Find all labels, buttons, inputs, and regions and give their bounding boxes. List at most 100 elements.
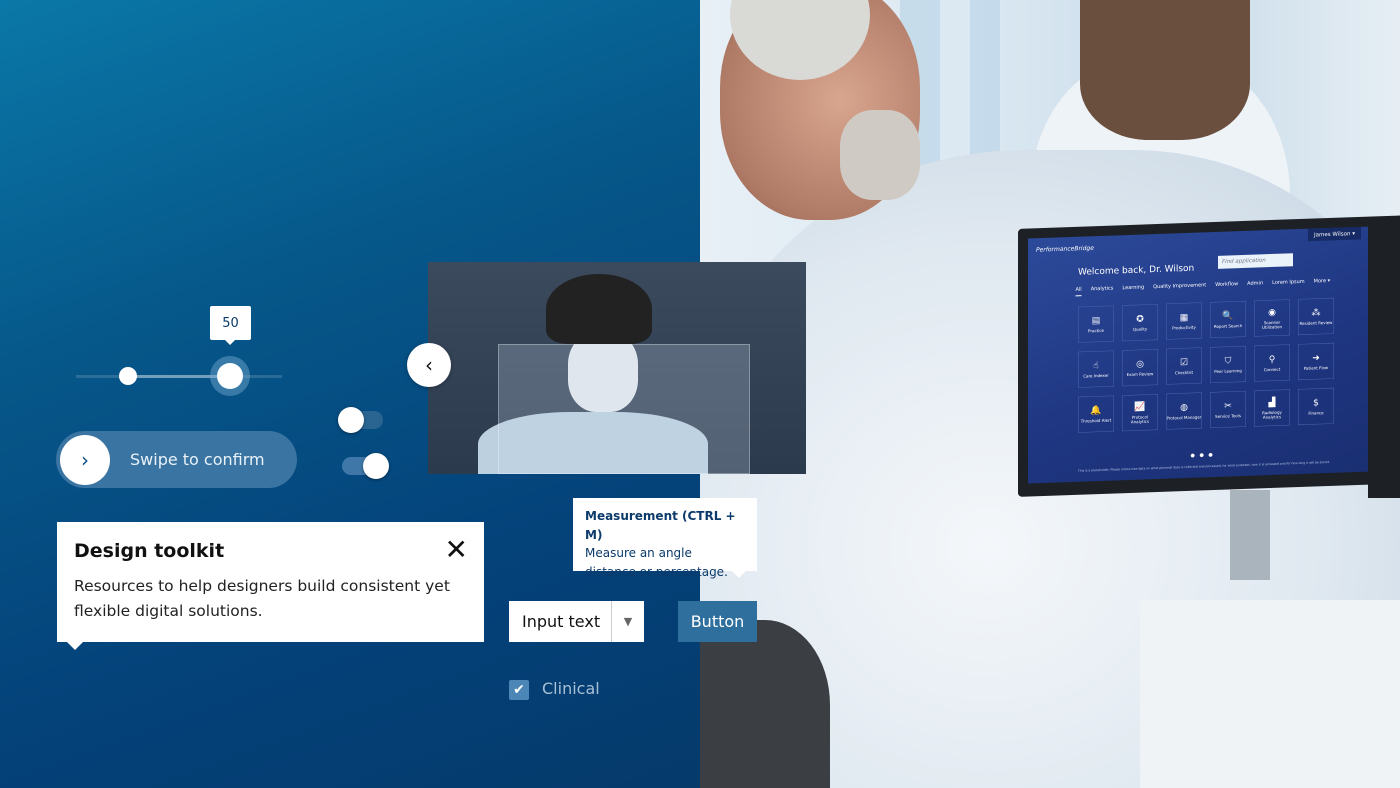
app-label: Peer Learning [1214,368,1242,374]
user-menu[interactable]: James Wilson ▾ [1308,226,1361,242]
card-title: Design toolkit [74,540,225,562]
app-label: Productivity [1172,325,1196,331]
app-label: Protocol Analytics [1130,414,1150,425]
app-icon: ☝ [1093,360,1099,371]
app-label: Resident Review [1299,320,1333,327]
toggle-on[interactable] [342,453,389,479]
dropdown-input[interactable]: Input text ▼ [509,601,644,642]
app-label: Finance [1308,410,1324,416]
app-icon: ☑ [1179,356,1189,368]
app-tile[interactable]: 🔔 Threshold Alert [1078,395,1114,433]
app-icon: ▦ [1179,311,1189,323]
tab-analytics[interactable]: Analytics [1091,286,1114,296]
app-label: Service Tools [1215,413,1241,419]
app-tile[interactable]: 🔍 Report Search [1210,300,1246,339]
tab-more[interactable]: More ▾ [1314,278,1331,288]
chevron-right-icon: › [81,447,89,472]
footer-note: This is a placeholder. Please notice new… [1078,460,1331,473]
app-icon: ⛉ [1224,355,1232,367]
app-tile[interactable]: ☝ Care Indexer [1078,350,1114,388]
measurement-tooltip: Measurement (CTRL + M) Measure an angle … [573,498,757,579]
check-icon: ✔ [513,682,525,698]
slider-thumb-max[interactable] [217,363,243,389]
app-icon: ◍ [1180,401,1188,413]
find-application-input[interactable]: Find application [1218,253,1293,269]
app-icon: 🔔 [1090,404,1102,416]
app-label: Radiology Analytics [1262,409,1282,420]
app-icon: 🔍 [1222,310,1234,322]
close-icon[interactable]: ✕ [445,536,468,564]
clinical-label: Clinical [542,679,600,698]
app-icon: ➜ [1312,352,1320,364]
toggle-off[interactable] [338,407,383,433]
app-tile[interactable]: ▟ Radiology Analytics [1254,389,1290,427]
app-icon: ▟ [1268,396,1276,408]
app-tile[interactable]: ⚲ Connect [1254,344,1290,382]
desk [1140,600,1400,788]
app-icon: ⁂ [1311,307,1321,319]
background-person-hair [1080,0,1250,140]
app-tile[interactable]: ◍ Protocol Manager [1166,392,1202,430]
welcome-heading: Welcome back, Dr. Wilson [1078,262,1195,278]
tab-all[interactable]: All [1075,286,1082,297]
tab-learning[interactable]: Learning [1122,284,1144,294]
app-tile[interactable]: ✂ Service Tools [1210,390,1246,429]
caret-down-icon[interactable]: ▼ [611,601,644,642]
app-icon: ✂ [1224,400,1232,412]
app-tile[interactable]: ◎ Exam Review [1122,348,1158,387]
monitor-screen: PerformanceBridge James Wilson ▾ Welcome… [1028,226,1368,484]
tab-quality-improvement[interactable]: Quality Improvement [1153,282,1206,293]
surgeon-mask [568,332,638,412]
input-value[interactable]: Input text [509,612,611,631]
pager-dots[interactable]: ● ● ● [1191,452,1215,458]
tooltip-body: Measure an angle distance or percentage. [585,546,728,579]
app-icon: 📈 [1134,401,1146,413]
app-tile[interactable]: ⛉ Peer Learning [1210,345,1246,384]
tooltip-title: Measurement (CTRL + M) [585,509,736,542]
clinical-checkbox[interactable]: ✔ [509,680,529,700]
swipe-knob[interactable]: › [60,434,110,485]
swipe-label: Swipe to confirm [130,450,265,469]
app-label: Practice [1088,328,1104,334]
chevron-left-icon: ‹ [425,353,433,377]
app-label: Exam Review [1126,371,1154,378]
app-icon: ◉ [1268,306,1276,318]
swipe-to-confirm[interactable]: › Swipe to confirm [56,431,297,488]
doctor-head [720,0,920,220]
app-tile[interactable]: ▤ Practice [1078,305,1114,343]
monitor: PerformanceBridge James Wilson ▾ Welcome… [1018,215,1400,497]
app-icon: ⚲ [1268,353,1276,365]
app-tabs: All Analytics Learning Quality Improveme… [1075,278,1331,297]
app-label: Threshold Alert [1080,418,1112,424]
chair [700,620,830,788]
tab-workflow[interactable]: Workflow [1215,281,1238,291]
design-toolkit-card: Design toolkit ✕ Resources to help desig… [57,522,484,650]
ar-headset [546,274,652,344]
tab-admin[interactable]: Admin [1247,280,1263,290]
app-tile[interactable]: ⁂ Resident Review [1298,297,1334,336]
app-grid: ▤ Practice ✪ Quality ▦ Productivity 🔍 Report Se… [1078,297,1334,433]
app-tile[interactable]: ☑ Checklist [1166,347,1202,385]
app-label: Quality [1132,326,1148,332]
app-tile[interactable]: ✪ Quality [1122,303,1158,342]
primary-button[interactable]: Button [678,601,757,642]
app-tile[interactable]: ▦ Productivity [1166,302,1202,340]
slider-thumb-min[interactable] [119,367,137,385]
app-label: Report Search [1213,323,1243,330]
card-body: Resources to help designers build consis… [74,577,450,620]
app-tile[interactable]: $ Finance [1298,387,1334,426]
slider-value-tooltip: 50 [210,306,251,345]
app-tile[interactable]: 📈 Protocol Analytics [1122,393,1158,432]
app-icon: ✪ [1136,313,1144,325]
tab-lorem-ipsum[interactable]: Lorem Ipsum [1272,279,1305,290]
app-label: Patient Flow [1303,365,1329,371]
monitor-stand [1230,490,1270,580]
video-thumbnail[interactable] [428,262,806,474]
app-label: Connect [1263,367,1281,373]
app-icon: ▤ [1091,314,1101,326]
brand: PerformanceBridge [1036,244,1094,254]
app-icon: ◎ [1136,358,1144,370]
back-button[interactable]: ‹ [407,343,451,387]
app-tile[interactable]: ◉ Scanner Utilization [1254,299,1290,337]
app-tile[interactable]: ➜ Patient Flow [1298,342,1334,381]
